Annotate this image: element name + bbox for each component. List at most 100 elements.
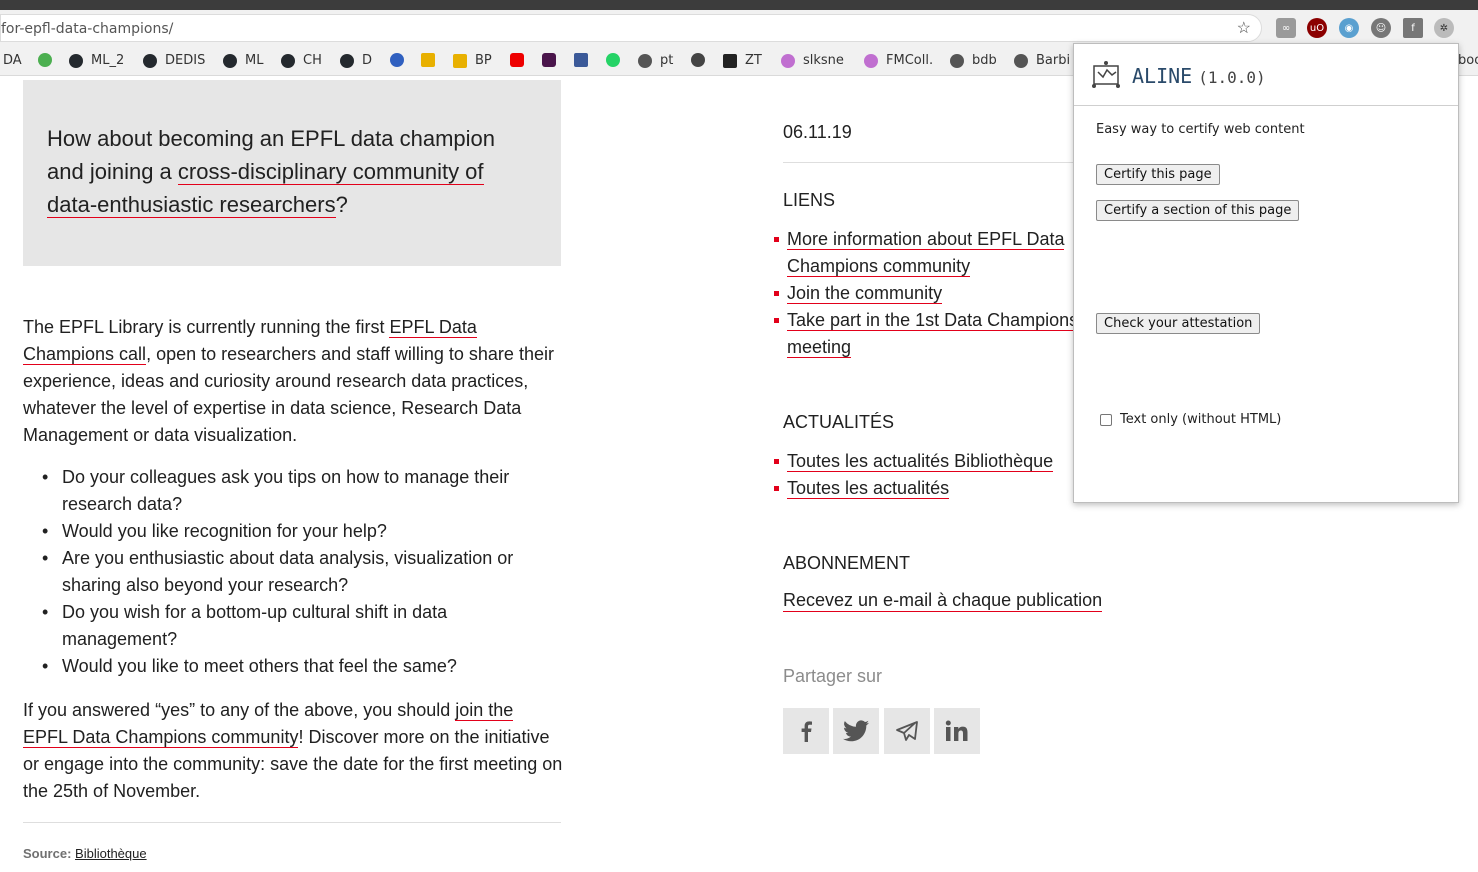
bookmark-item[interactable]: DA (3, 53, 22, 68)
list-item: Do your colleagues ask you tips on how t… (42, 464, 562, 518)
extension-icon-1[interactable]: ∞ (1276, 18, 1296, 38)
bookmark-item[interactable]: Barbi (1014, 53, 1070, 68)
question-list: Do your colleagues ask you tips on how t… (42, 464, 562, 680)
meeting-link[interactable]: Take part in the 1st Data Champions meet… (787, 310, 1079, 358)
linkedin-icon (945, 720, 968, 741)
github-icon (223, 53, 237, 68)
twitter-share-button[interactable] (833, 708, 879, 754)
popup-description: Easy way to certify web content (1096, 122, 1305, 137)
bookmark-item[interactable]: ML (223, 53, 263, 68)
popup-version: (1.0.0) (1198, 68, 1266, 87)
quote-suffix: ? (335, 192, 348, 217)
library-news-link[interactable]: Toutes les actualités Bibliothèque (787, 451, 1054, 472)
popup-title: ALINE (1.0.0) (1132, 64, 1266, 88)
ublock-icon[interactable]: uO (1307, 18, 1327, 38)
whatsapp-icon (606, 53, 620, 67)
source-link[interactable]: Bibliothèque (75, 846, 147, 861)
bookmark-star-icon[interactable]: ☆ (1237, 18, 1251, 38)
list-item: Take part in the 1st Data Champions meet… (774, 307, 1087, 361)
join-link[interactable]: Join the community (787, 283, 943, 304)
list-item: Toutes les actualités (774, 475, 1087, 502)
links-list: More information about EPFL Data Champio… (774, 226, 1087, 361)
aline-ext-icon[interactable]: ✲ (1434, 18, 1454, 38)
address-bar[interactable]: for-epfl-data-champions/ ☆ (0, 14, 1262, 42)
twitter-icon (843, 720, 869, 742)
toolbar: for-epfl-data-champions/ ☆ ∞ uO ◉ ☺ f ✲ (0, 10, 1478, 46)
bookmark-item[interactable]: pt (638, 53, 673, 68)
intro-paragraph: The EPFL Library is currently running th… (23, 314, 563, 449)
list-item: Do you wish for a bottom-up cultural shi… (42, 599, 562, 653)
globe-icon (1014, 53, 1028, 68)
closing-paragraph: If you answered “yes” to any of the abov… (23, 697, 563, 805)
list-item: Would you like recognition for your help… (42, 518, 562, 545)
certify-page-button[interactable]: Certify this page (1096, 164, 1220, 185)
bookmark-item[interactable]: BP (453, 53, 492, 68)
bookmark-item[interactable]: D (340, 53, 372, 68)
links-heading: LIENS (783, 190, 836, 210)
globe-icon (638, 53, 652, 68)
extension-icon-3[interactable]: ◉ (1339, 18, 1359, 38)
intro-quote-box: How about becoming an EPFL data champion… (23, 80, 561, 266)
github-icon (143, 53, 157, 68)
facebook-bookmark[interactable] (574, 53, 596, 67)
bookmark-item[interactable]: FMColl. (864, 53, 933, 68)
facebook-ext-icon[interactable]: f (1403, 18, 1423, 38)
github-icon (281, 53, 295, 68)
publish-date: 06.11.19 (783, 122, 852, 142)
checkbox-box[interactable] (1100, 413, 1112, 426)
window-top-strip (0, 0, 1478, 10)
telegram-share-button[interactable] (884, 708, 930, 754)
list-item: Would you like to meet others that feel … (42, 653, 562, 680)
facebook-icon (574, 53, 588, 67)
paragraph-text: If you answered “yes” to any of the abov… (23, 700, 456, 720)
globe-icon (950, 53, 964, 68)
divider (23, 822, 561, 823)
subscribe-link[interactable]: Recevez un e-mail à chaque publication (783, 590, 1103, 612)
all-news-link[interactable]: Toutes les actualités (787, 478, 950, 499)
facebook-share-button[interactable] (783, 708, 829, 754)
aline-extension-popup: ALINE (1.0.0) Easy way to certify web con… (1073, 43, 1459, 503)
youtube-bookmark[interactable] (510, 53, 532, 67)
text-only-checkbox[interactable]: Text only (without HTML) (1100, 412, 1281, 427)
popup-header: ALINE (1.0.0) (1074, 44, 1458, 106)
paper-plane-icon (896, 721, 918, 741)
share-label: Partager sur (783, 666, 883, 686)
source-line: Source: Bibliothèque (23, 846, 147, 861)
bookmark-item[interactable]: CH (281, 53, 322, 68)
news-list: Toutes les actualités Bibliothèque Toute… (774, 448, 1087, 502)
news-heading: ACTUALITÉS (783, 412, 895, 432)
certify-section-button[interactable]: Certify a section of this page (1096, 200, 1300, 221)
subscription-heading: ABONNEMENT (783, 553, 911, 573)
facebook-icon (801, 721, 812, 742)
bookmark-item[interactable]: boo (1458, 53, 1478, 68)
source-label: Source: (23, 846, 72, 861)
youtube-icon (510, 53, 524, 67)
list-item: Join the community (774, 280, 1087, 307)
bookmark-item[interactable]: ZT (723, 53, 762, 68)
list-item: More information about EPFL Data Champio… (774, 226, 1087, 280)
aline-logo-icon (1092, 61, 1120, 88)
list-item: Are you enthusiastic about data analysis… (42, 545, 562, 599)
checkbox-label: Text only (without HTML) (1120, 412, 1282, 427)
extension-icon-4[interactable]: ☺ (1371, 18, 1391, 38)
popup-title-text: ALINE (1132, 64, 1193, 88)
check-attestation-button[interactable]: Check your attestation (1096, 313, 1261, 334)
github-icon (340, 53, 354, 68)
linkedin-share-button[interactable] (934, 708, 980, 754)
bookmark-item[interactable]: bdb (950, 53, 997, 68)
paragraph-text: The EPFL Library is currently running th… (23, 317, 390, 337)
bookmark-item[interactable] (421, 53, 443, 67)
bookmark-item[interactable]: ML_2 (69, 53, 124, 68)
slack-icon (542, 53, 556, 67)
more-info-link[interactable]: More information about EPFL Data Champio… (787, 229, 1065, 277)
whatsapp-bookmark[interactable] (606, 53, 628, 67)
github-icon (69, 53, 83, 68)
bookmark-item[interactable] (38, 53, 60, 67)
bookmark-item[interactable]: slksne (781, 53, 844, 68)
bookmark-item[interactable]: DEDIS (143, 53, 205, 68)
sidebar-divider (783, 162, 1083, 163)
url-text: for-epfl-data-champions/ (1, 21, 174, 37)
bookmark-item[interactable] (691, 53, 713, 67)
bookmark-item[interactable] (390, 53, 412, 67)
slack-bookmark[interactable] (542, 53, 564, 67)
